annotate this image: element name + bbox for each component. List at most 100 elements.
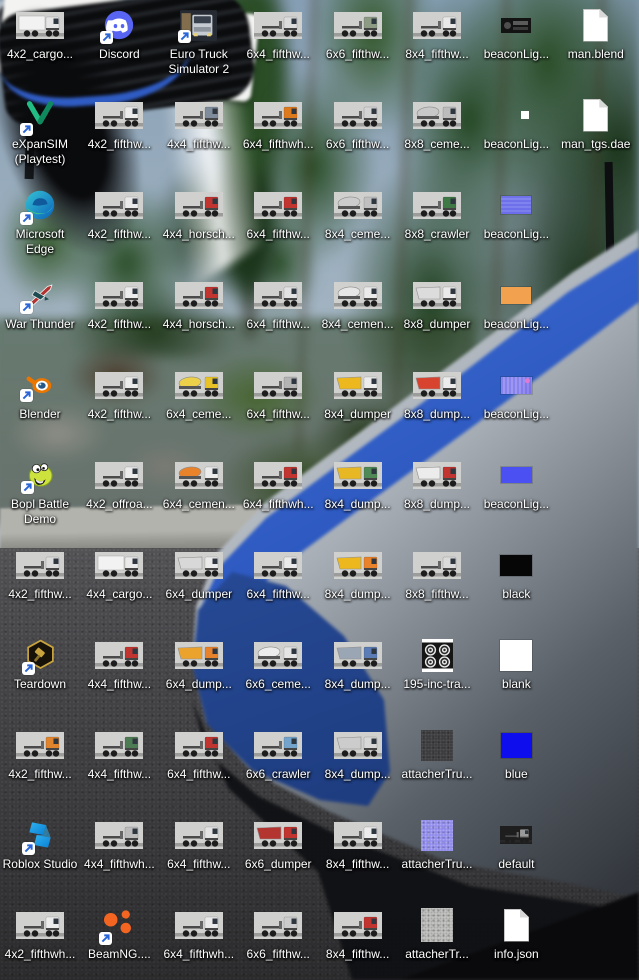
icon-art xyxy=(556,4,636,46)
desktop-icon-beaconlig[interactable]: beaconLig... xyxy=(476,364,556,422)
desktop-icon-4x4-cargo[interactable]: 4x4_cargo... xyxy=(79,544,159,602)
icon-label: default xyxy=(498,857,535,871)
icon-art xyxy=(476,544,556,586)
desktop-icon-4x4-horsch[interactable]: 4x4_horsch... xyxy=(159,274,239,332)
beacon-light-texture-icon xyxy=(501,108,531,123)
truck-thumbnail-icon xyxy=(16,911,64,939)
desktop-icon-4x2-fifthw[interactable]: 4x2_fifthw... xyxy=(79,184,159,242)
icon-art xyxy=(476,454,556,496)
desktop-icon-8x4-fifthw[interactable]: 8x4_fifthw... xyxy=(318,814,398,872)
desktop-icon-microsoft-edge[interactable]: Microsoft Edge xyxy=(0,184,80,257)
desktop-icon-8x4-cemen[interactable]: 8x4_cemen... xyxy=(318,274,398,332)
desktop-icon-6x4-fifthw[interactable]: 6x4_fifthw... xyxy=(238,184,318,242)
desktop-icon-beaconlig[interactable]: beaconLig... xyxy=(476,454,556,512)
desktop-icon-8x4-dump[interactable]: 8x4_dump... xyxy=(318,544,398,602)
icon-label: 8x4_fifthw... xyxy=(325,947,390,961)
desktop-icon-6x6-crawler[interactable]: 6x6_crawler xyxy=(238,724,318,782)
truck-thumbnail-icon xyxy=(333,641,382,669)
desktop-icon-6x4-ceme[interactable]: 6x4_ceme... xyxy=(159,364,239,422)
desktop-icon-beaconlig[interactable]: beaconLig... xyxy=(476,274,556,332)
desktop-icon-8x8-dump[interactable]: 8x8_dump... xyxy=(397,454,477,512)
desktop-icon-4x4-fifthwh[interactable]: 4x4_fifthwh... xyxy=(79,814,159,872)
desktop-icon-4x4-fifthw[interactable]: 4x4_fifthw... xyxy=(79,634,159,692)
truck-thumbnail-icon xyxy=(333,101,382,129)
icon-label: 8x4_ceme... xyxy=(324,227,391,241)
desktop-icon-8x4-dump[interactable]: 8x4_dump... xyxy=(318,454,398,512)
desktop-icon-6x4-fifthwh[interactable]: 6x4_fifthwh... xyxy=(238,94,318,152)
desktop-icon-6x6-fifthw[interactable]: 6x6_fifthw... xyxy=(318,4,398,62)
desktop-icon-4x2-cargo[interactable]: 4x2_cargo... xyxy=(0,4,80,62)
icon-label: 6x6_fifthw... xyxy=(325,137,390,151)
desktop-icon-8x8-dumper[interactable]: 8x8_dumper xyxy=(397,274,477,332)
desktop-icon-8x8-ceme[interactable]: 8x8_ceme... xyxy=(397,94,477,152)
desktop-icon-default[interactable]: default xyxy=(476,814,556,872)
desktop-icon-6x4-dumper[interactable]: 6x4_dumper xyxy=(159,544,239,602)
desktop-icon-beaconlig[interactable]: beaconLig... xyxy=(476,4,556,62)
desktop-icon-euro-truck-simulator-2[interactable]: Euro Truck Simulator 2 xyxy=(159,4,239,77)
icon-label: black xyxy=(502,587,531,601)
desktop-icon-6x6-dumper[interactable]: 6x6_dumper xyxy=(238,814,318,872)
desktop-icon-4x2-fifthw[interactable]: 4x2_fifthw... xyxy=(79,94,159,152)
desktop-icon-8x8-crawler[interactable]: 8x8_crawler xyxy=(397,184,477,242)
icon-art xyxy=(318,814,398,856)
desktop-icon-8x4-dump[interactable]: 8x4_dump... xyxy=(318,634,398,692)
icon-art xyxy=(397,274,477,316)
desktop-icon-4x4-horsch[interactable]: 4x4_horsch... xyxy=(159,184,239,242)
desktop-icon-4x2-fifthw[interactable]: 4x2_fifthw... xyxy=(79,274,159,332)
desktop-icon-attachertru[interactable]: attacherTru... xyxy=(397,814,477,872)
desktop-icon-discord[interactable]: Discord xyxy=(79,4,159,62)
desktop-icon-4x2-fifthw[interactable]: 4x2_fifthw... xyxy=(79,364,159,422)
desktop-icon-4x4-fifthw[interactable]: 4x4_fifthw... xyxy=(159,94,239,152)
icon-label: info.json xyxy=(494,947,539,961)
desktop-icon-man-blend[interactable]: man.blend xyxy=(556,4,636,62)
desktop-icon-6x4-dump[interactable]: 6x4_dump... xyxy=(159,634,239,692)
desktop-icon-4x4-fifthw[interactable]: 4x4_fifthw... xyxy=(79,724,159,782)
desktop-icon-attachertru[interactable]: attacherTru... xyxy=(397,724,477,782)
desktop-icon-195-inc-tra[interactable]: 195-inc-tra... xyxy=(397,634,477,692)
desktop-icon-6x4-fifthw[interactable]: 6x4_fifthw... xyxy=(238,4,318,62)
desktop-icon-8x4-ceme[interactable]: 8x4_ceme... xyxy=(318,184,398,242)
desktop-icon-4x2-fifthw[interactable]: 4x2_fifthw... xyxy=(0,544,80,602)
desktop-icon-roblox-studio[interactable]: Roblox Studio xyxy=(0,814,80,872)
desktop-icon-4x2-offroa[interactable]: 4x2_offroa... xyxy=(79,454,159,512)
desktop-icon-6x4-fifthwh[interactable]: 6x4_fifthwh... xyxy=(159,904,239,962)
desktop-icon-teardown[interactable]: Teardown xyxy=(0,634,80,692)
icon-art xyxy=(238,634,318,676)
desktop-icon-6x4-fifthw[interactable]: 6x4_fifthw... xyxy=(159,724,239,782)
desktop-icon-beamng[interactable]: BeamNG.... xyxy=(79,904,159,962)
desktop-icon-6x4-cemen[interactable]: 6x4_cemen... xyxy=(159,454,239,512)
desktop-icon-6x4-fifthwh[interactable]: 6x4_fifthwh... xyxy=(238,454,318,512)
desktop-icon-8x4-fifthw[interactable]: 8x4_fifthw... xyxy=(397,4,477,62)
icon-label: Roblox Studio xyxy=(2,857,78,871)
desktop-icon-info-json[interactable]: info.json xyxy=(476,904,556,962)
desktop-icon-black[interactable]: black xyxy=(476,544,556,602)
icon-label: 4x2_fifthw... xyxy=(87,137,152,151)
desktop-icon-8x8-dump[interactable]: 8x8_dump... xyxy=(397,364,477,422)
desktop-icon-8x4-fifthw[interactable]: 8x4_fifthw... xyxy=(318,904,398,962)
desktop-icon-8x4-dumper[interactable]: 8x4_dumper xyxy=(318,364,398,422)
desktop-icon-6x4-fifthw[interactable]: 6x4_fifthw... xyxy=(238,364,318,422)
desktop-icon-blank[interactable]: blank xyxy=(476,634,556,692)
desktop-icon-expansim-playtest[interactable]: eXpanSIM (Playtest) xyxy=(0,94,80,167)
desktop-icon-blue[interactable]: blue xyxy=(476,724,556,782)
desktop-icon-6x6-fifthw[interactable]: 6x6_fifthw... xyxy=(318,94,398,152)
desktop-icon-4x2-fifthw[interactable]: 4x2_fifthw... xyxy=(0,724,80,782)
icon-label: man_tgs.dae xyxy=(561,137,631,151)
desktop-icon-8x4-dump[interactable]: 8x4_dump... xyxy=(318,724,398,782)
desktop-icon-beaconlig[interactable]: beaconLig... xyxy=(476,184,556,242)
desktop-icon-6x6-ceme[interactable]: 6x6_ceme... xyxy=(238,634,318,692)
desktop-icon-war-thunder[interactable]: War Thunder xyxy=(0,274,80,332)
desktop-icon-man-tgs-dae[interactable]: man_tgs.dae xyxy=(556,94,636,152)
desktop-icon-beaconlig[interactable]: beaconLig... xyxy=(476,94,556,152)
desktop-icon-6x4-fifthw[interactable]: 6x4_fifthw... xyxy=(159,814,239,872)
icon-label: 6x4_fifthw... xyxy=(246,227,310,241)
desktop-icon-6x4-fifthw[interactable]: 6x4_fifthw... xyxy=(238,544,318,602)
icon-art xyxy=(397,94,477,136)
desktop-icon-bopl-battle-demo[interactable]: Bopl Battle Demo xyxy=(0,454,80,527)
desktop-icon-8x8-fifthw[interactable]: 8x8_fifthw... xyxy=(397,544,477,602)
desktop-icon-4x2-fifthwh[interactable]: 4x2_fifthwh... xyxy=(0,904,80,962)
desktop-icon-attachertr[interactable]: attacherTr... xyxy=(397,904,477,962)
desktop-icon-blender[interactable]: Blender xyxy=(0,364,80,422)
desktop-icon-6x6-fifthw[interactable]: 6x6_fifthw... xyxy=(238,904,318,962)
desktop-icon-6x4-fifthw[interactable]: 6x4_fifthw... xyxy=(238,274,318,332)
